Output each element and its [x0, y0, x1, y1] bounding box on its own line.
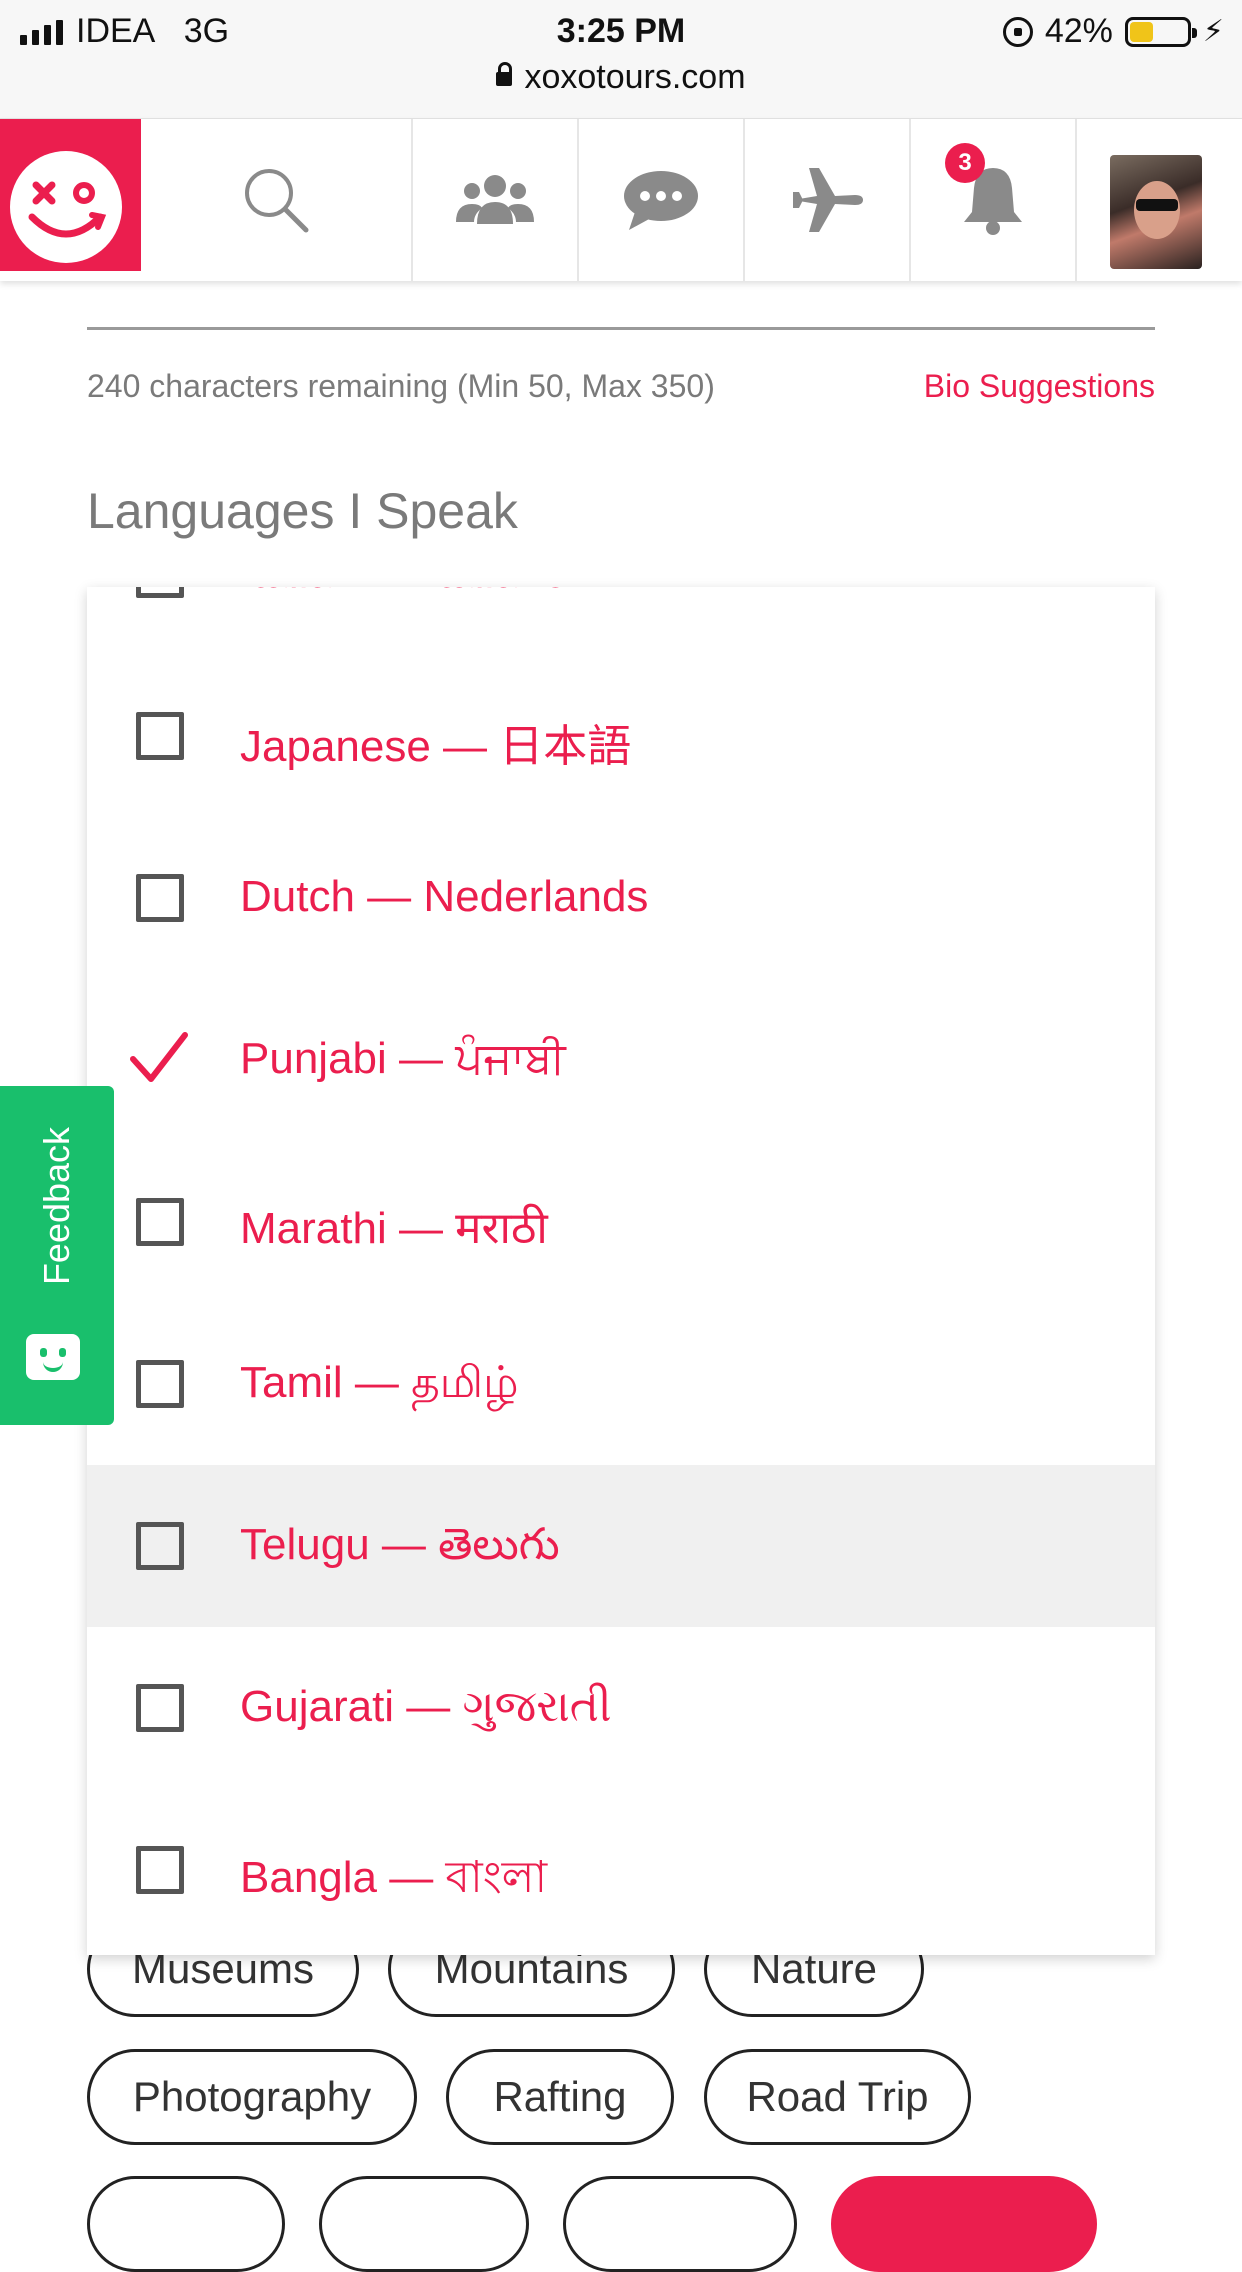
bio-suggestions-link[interactable]: Bio Suggestions: [924, 368, 1155, 405]
feedback-label: Feedback: [36, 1126, 77, 1286]
interest-tag[interactable]: Photography: [87, 2049, 417, 2145]
language-option[interactable]: Punjabi — ਪੰਜਾਬੀ: [87, 979, 1155, 1141]
language-label: Dutch — Nederlands: [240, 872, 649, 921]
checkmark-icon[interactable]: [129, 1029, 189, 1089]
lock-icon: [496, 62, 513, 86]
language-label: Japanese — 日本語: [240, 722, 632, 771]
notification-badge: 3: [945, 143, 985, 183]
smiley-chat-icon: [26, 1334, 80, 1380]
language-label: Marathi — मराठी: [240, 1204, 548, 1253]
language-option-highlighted[interactable]: Telugu — తెలుగు: [87, 1465, 1155, 1627]
checkbox[interactable]: [136, 1684, 184, 1732]
search-button[interactable]: [141, 119, 411, 281]
status-bar: IDEA 3G 3:25 PM 42% ⚡ xoxotours.com: [0, 0, 1242, 119]
checkbox[interactable]: [136, 1846, 184, 1894]
character-counter: 240 characters remaining (Min 50, Max 35…: [87, 368, 715, 404]
avatar[interactable]: [1110, 155, 1202, 269]
language-option[interactable]: Marathi — मराठी: [87, 1141, 1155, 1303]
checkbox[interactable]: [136, 1198, 184, 1246]
interest-tag-selected[interactable]: [831, 2176, 1097, 2272]
checkbox[interactable]: [136, 587, 184, 598]
interest-tag[interactable]: [87, 2176, 285, 2272]
logo-button[interactable]: [0, 119, 141, 271]
rotation-lock-icon: [1002, 16, 1033, 47]
language-option[interactable]: Bangla — বাংলা: [87, 1789, 1155, 1951]
language-label: Punjabi — ਪੰਜਾਬੀ: [240, 1034, 566, 1083]
checkbox[interactable]: [136, 1360, 184, 1408]
language-option[interactable]: Gujarati — ગુજરાતી: [87, 1627, 1155, 1789]
language-label: Bangla — বাংলা: [240, 1853, 548, 1902]
language-label: Italian — Italiano: [240, 587, 568, 598]
language-label: Tamil — தமிழ்: [240, 1358, 519, 1407]
interest-tag[interactable]: Road Trip: [704, 2049, 971, 2145]
checkbox[interactable]: [136, 874, 184, 922]
interest-tag[interactable]: Rafting: [446, 2049, 674, 2145]
search-icon: [245, 169, 309, 233]
address-bar[interactable]: xoxotours.com: [0, 58, 1242, 97]
language-label: Gujarati — ગુજરાતી: [240, 1682, 612, 1731]
languages-dropdown[interactable]: Italian — Italiano Japanese — 日本語 Dutch …: [87, 587, 1155, 1955]
charging-icon: ⚡: [1202, 15, 1224, 48]
language-option[interactable]: Italian — Italiano: [87, 587, 1155, 655]
feedback-tab[interactable]: Feedback: [0, 1086, 114, 1425]
language-option[interactable]: Dutch — Nederlands: [87, 817, 1155, 979]
language-option[interactable]: Japanese — 日本語: [87, 655, 1155, 817]
interest-tag[interactable]: [319, 2176, 529, 2272]
trips-button[interactable]: [743, 119, 909, 281]
airplane-icon: [793, 168, 863, 232]
chat-icon: [624, 171, 698, 230]
battery-percent: 42%: [1044, 12, 1113, 50]
language-label: Telugu — తెలుగు: [240, 1520, 560, 1569]
messages-button[interactable]: [577, 119, 743, 281]
checkbox[interactable]: [136, 712, 184, 760]
interest-tag[interactable]: [563, 2176, 797, 2272]
checkbox[interactable]: [136, 1522, 184, 1570]
url-text: xoxotours.com: [524, 58, 746, 96]
languages-heading: Languages I Speak: [87, 483, 518, 539]
people-icon: [456, 175, 534, 224]
bio-input-underline: [87, 327, 1155, 330]
notifications-button[interactable]: [909, 119, 1075, 281]
battery-icon: [1124, 16, 1197, 47]
logo-smiley-icon: [10, 151, 122, 263]
top-navbar: 3: [0, 119, 1242, 281]
language-option[interactable]: Tamil — தமிழ்: [87, 1303, 1155, 1465]
friends-button[interactable]: [411, 119, 577, 281]
